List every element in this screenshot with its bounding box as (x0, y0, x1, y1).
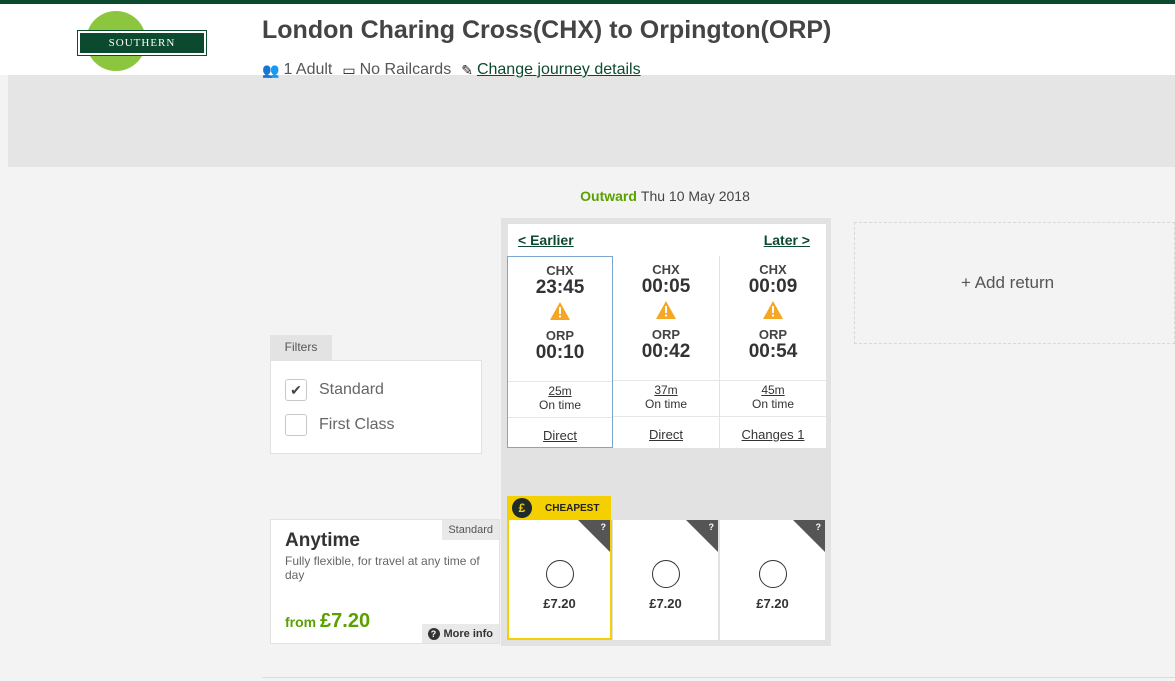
pencil-icon: ✎ (461, 61, 473, 78)
filter-standard[interactable]: ✔ Standard (285, 379, 384, 401)
ticket-description: Fully flexible, for travel at any time o… (285, 554, 480, 582)
arrival-time: 00:54 (748, 341, 798, 362)
departure-time: 00:05 (641, 276, 691, 297)
filter-label: Standard (319, 381, 384, 398)
filters-panel: ✔ Standard First Class (270, 360, 482, 454)
checkbox-checked-icon[interactable]: ✔ (285, 379, 307, 401)
service-column[interactable]: CHX 23:45 ORP 00:10 25m On time Direct (507, 256, 613, 448)
help-icon[interactable]: ? (601, 522, 607, 532)
warning-icon (656, 301, 676, 319)
cheapest-badge: £ CHEAPEST (507, 496, 611, 520)
departure-time: 00:09 (748, 276, 798, 297)
earlier-link[interactable]: < Earlier (518, 232, 574, 248)
service-column[interactable]: CHX 00:05 ORP 00:42 37m On time Direct (613, 256, 719, 448)
status-text: On time (538, 398, 581, 412)
destination-code: ORP (758, 327, 788, 342)
duration-status: 37m On time (613, 380, 719, 411)
from-amount: £7.20 (320, 610, 371, 632)
duration-link[interactable]: 37m (654, 383, 677, 397)
fare-radio[interactable] (758, 560, 787, 588)
service-column[interactable]: CHX 00:09 ORP 00:54 45m On time Changes 1 (720, 256, 826, 448)
outward-label: Outward (580, 188, 637, 204)
duration-link[interactable]: 45m (761, 383, 784, 397)
ticket-name: Anytime (285, 530, 360, 551)
checkbox-icon[interactable] (285, 414, 307, 436)
help-icon[interactable]: ? (816, 522, 822, 532)
filter-first-class[interactable]: First Class (285, 414, 395, 436)
fare-option[interactable]: ? £7.20 (507, 520, 612, 640)
origin-code: CHX (652, 262, 680, 277)
fare-radio[interactable] (651, 560, 680, 588)
origin-code: CHX (546, 263, 574, 278)
divider (262, 677, 1175, 678)
timetable-nav: < Earlier Later > (508, 224, 826, 256)
arrival-time: 00:10 (535, 342, 585, 363)
changes-link[interactable]: Changes 1 (720, 416, 826, 442)
arrival-time: 00:42 (641, 341, 691, 362)
status-text: On time (644, 397, 687, 411)
outward-date: Thu 10 May 2018 (640, 188, 750, 204)
info-icon: ? (427, 628, 440, 640)
duration-link[interactable]: 25m (548, 384, 571, 398)
fare-price: £7.20 (756, 596, 789, 611)
journey-details: 👥 1 Adult ▭ No Railcards ✎ Change journe… (262, 61, 641, 79)
destination-code: ORP (651, 327, 681, 342)
passengers-label: 1 Adult (283, 61, 333, 78)
warning-icon (550, 302, 570, 320)
outward-heading: Outward Thu 10 May 2018 (500, 188, 830, 204)
railcard-icon: ▭ (342, 61, 356, 78)
later-link[interactable]: Later > (764, 232, 810, 248)
destination-code: ORP (545, 328, 575, 343)
journey-summary (8, 75, 1175, 167)
from-label: from (285, 614, 317, 630)
more-info-label: More info (443, 628, 494, 640)
filters-tab: Filters (270, 335, 332, 360)
add-return-label: + Add return (961, 273, 1055, 292)
more-info-button[interactable]: ? More info (421, 624, 499, 643)
change-journey-link[interactable]: Change journey details (477, 61, 641, 79)
changes-link[interactable]: Direct (613, 416, 719, 442)
fare-price: £7.20 (543, 596, 576, 611)
passengers-icon: 👥 (262, 61, 280, 78)
from-price: from £7.20 (285, 610, 370, 633)
southern-logo[interactable]: SOUTHERN (77, 30, 207, 56)
ticket-type-card: Standard Anytime Fully flexible, for tra… (270, 519, 500, 644)
filter-label: First Class (319, 416, 395, 433)
warning-icon (763, 301, 783, 319)
changes-link[interactable]: Direct (508, 417, 612, 443)
fare-radio[interactable] (545, 560, 574, 588)
journey-title: London Charing Cross(CHX) to Orpington(O… (262, 16, 832, 44)
fare-price: £7.20 (649, 596, 682, 611)
fare-option[interactable]: ? £7.20 (720, 520, 825, 640)
fare-option[interactable]: ? £7.20 (613, 520, 718, 640)
class-tag: Standard (442, 520, 499, 540)
origin-code: CHX (759, 262, 787, 277)
help-icon[interactable]: ? (709, 522, 715, 532)
railcards-label: No Railcards (359, 61, 452, 78)
status-text: On time (751, 397, 794, 411)
cheapest-label: CHEAPEST (545, 503, 600, 514)
duration-status: 25m On time (508, 381, 612, 412)
departure-time: 23:45 (535, 277, 585, 298)
pound-icon: £ (512, 498, 532, 518)
duration-status: 45m On time (720, 380, 826, 411)
add-return-button[interactable]: + Add return (854, 222, 1175, 344)
